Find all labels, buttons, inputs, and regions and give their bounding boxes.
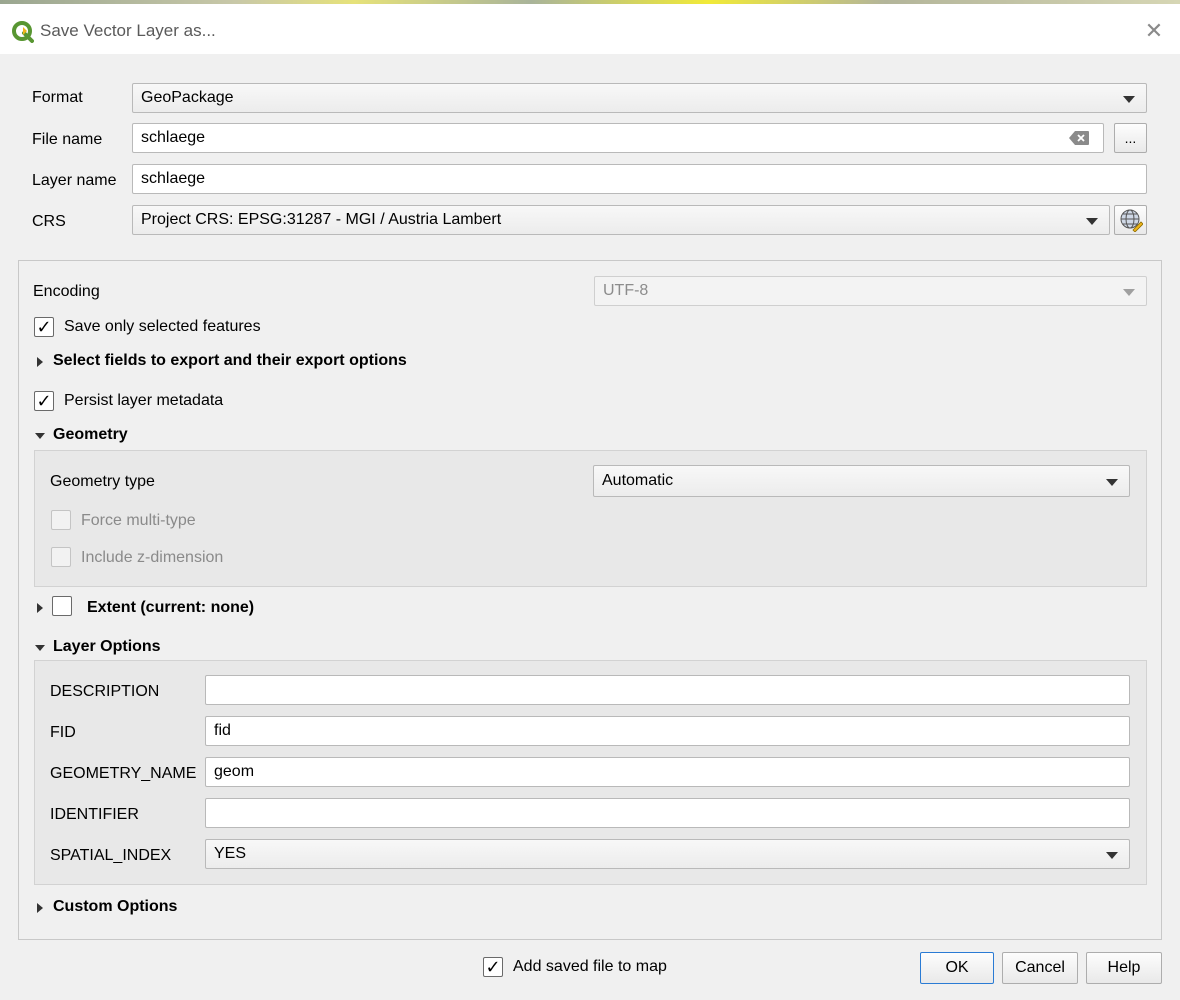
close-button[interactable]: ✕ bbox=[1136, 14, 1172, 48]
browse-button[interactable]: ... bbox=[1114, 123, 1147, 153]
globe-icon bbox=[1120, 209, 1143, 232]
chevron-down-icon bbox=[1123, 96, 1135, 103]
persist-metadata-label: Persist layer metadata bbox=[64, 392, 224, 409]
check-icon: ✓ bbox=[36, 391, 52, 411]
filename-value: schlaege bbox=[141, 129, 206, 146]
layername-label: Layer name bbox=[32, 172, 117, 189]
extent-section[interactable]: Extent (current: none) bbox=[87, 599, 254, 617]
filename-input[interactable]: schlaege bbox=[132, 123, 1104, 153]
expand-right-icon[interactable] bbox=[37, 357, 43, 367]
include-z-label: Include z-dimension bbox=[81, 549, 224, 566]
encoding-value: UTF-8 bbox=[603, 282, 649, 299]
format-combo[interactable]: GeoPackage bbox=[132, 83, 1147, 113]
chevron-down-icon bbox=[1123, 289, 1135, 296]
geometry-section[interactable]: Geometry bbox=[53, 426, 128, 444]
extent-checkbox[interactable] bbox=[52, 596, 72, 616]
window-title: Save Vector Layer as... bbox=[40, 21, 216, 40]
save-selected-label: Save only selected features bbox=[64, 318, 261, 335]
help-button[interactable]: Help bbox=[1086, 952, 1162, 984]
crs-combo[interactable]: Project CRS: EPSG:31287 - MGI / Austria … bbox=[132, 205, 1110, 235]
option-label-identifier: IDENTIFIER bbox=[50, 806, 139, 823]
layer-options-section[interactable]: Layer Options bbox=[53, 638, 161, 656]
check-icon: ✓ bbox=[485, 957, 501, 977]
option-value-spatial-index: YES bbox=[214, 845, 247, 862]
option-value-fid: fid bbox=[214, 722, 231, 739]
ok-button[interactable]: OK bbox=[920, 952, 994, 984]
collapse-down-icon[interactable] bbox=[35, 433, 45, 439]
format-value: GeoPackage bbox=[141, 89, 234, 106]
chevron-down-icon bbox=[1106, 479, 1118, 486]
include-z-checkbox[interactable] bbox=[51, 547, 71, 567]
option-input-geometry-name[interactable]: geom bbox=[205, 757, 1130, 787]
add-to-map-checkbox[interactable]: ✓ bbox=[483, 957, 503, 977]
layername-value: schlaege bbox=[141, 170, 206, 187]
force-multi-label: Force multi-type bbox=[81, 512, 196, 529]
persist-metadata-checkbox[interactable]: ✓ bbox=[34, 391, 54, 411]
check-icon: ✓ bbox=[36, 317, 52, 337]
option-input-identifier[interactable] bbox=[205, 798, 1130, 828]
option-label-fid: FID bbox=[50, 724, 76, 741]
option-label-geometry-name: GEOMETRY_NAME bbox=[50, 765, 197, 782]
filename-label: File name bbox=[32, 131, 103, 148]
close-icon: ✕ bbox=[1144, 18, 1164, 43]
cancel-button[interactable]: Cancel bbox=[1002, 952, 1078, 984]
geometry-type-label: Geometry type bbox=[50, 473, 155, 490]
chevron-down-icon bbox=[1086, 218, 1098, 225]
option-combo-spatial-index[interactable]: YES bbox=[205, 839, 1130, 869]
option-label-description: DESCRIPTION bbox=[50, 683, 160, 700]
qgis-logo-icon bbox=[12, 21, 34, 43]
option-input-description[interactable] bbox=[205, 675, 1130, 705]
save-selected-checkbox[interactable]: ✓ bbox=[34, 317, 54, 337]
title-bar: Save Vector Layer as... ✕ bbox=[0, 4, 1180, 54]
encoding-combo[interactable]: UTF-8 bbox=[594, 276, 1147, 306]
add-to-map-label: Add saved file to map bbox=[513, 958, 667, 975]
crs-value: Project CRS: EPSG:31287 - MGI / Austria … bbox=[141, 211, 502, 228]
expand-right-icon[interactable] bbox=[37, 603, 43, 613]
option-label-spatial-index: SPATIAL_INDEX bbox=[50, 847, 172, 864]
option-value-geometry-name: geom bbox=[214, 763, 255, 780]
encoding-label: Encoding bbox=[33, 283, 100, 300]
geometry-type-value: Automatic bbox=[602, 472, 674, 489]
clear-icon[interactable] bbox=[1069, 131, 1089, 145]
format-label: Format bbox=[32, 89, 83, 106]
option-input-fid[interactable]: fid bbox=[205, 716, 1130, 746]
custom-options-section[interactable]: Custom Options bbox=[53, 898, 177, 916]
collapse-down-icon[interactable] bbox=[35, 645, 45, 651]
select-fields-section[interactable]: Select fields to export and their export… bbox=[53, 352, 407, 370]
layername-input[interactable]: schlaege bbox=[132, 164, 1147, 194]
force-multi-checkbox[interactable] bbox=[51, 510, 71, 530]
expand-right-icon[interactable] bbox=[37, 903, 43, 913]
chevron-down-icon bbox=[1106, 852, 1118, 859]
geometry-type-combo[interactable]: Automatic bbox=[593, 465, 1130, 497]
crs-label: CRS bbox=[32, 213, 66, 230]
crs-selector-button[interactable] bbox=[1114, 205, 1147, 235]
